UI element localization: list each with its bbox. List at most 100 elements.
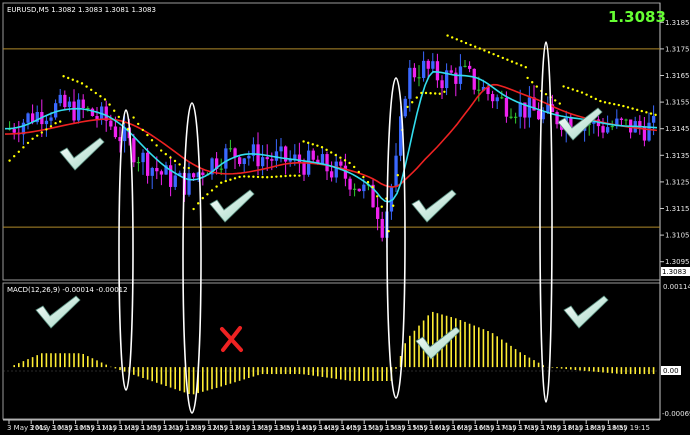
- sar-dot: [510, 60, 514, 63]
- candle-body: [403, 98, 407, 117]
- sar-dot: [526, 76, 529, 80]
- candle-body: [412, 67, 417, 78]
- candle-body: [504, 97, 509, 117]
- candle-body: [435, 61, 440, 81]
- sar-dot: [206, 193, 209, 196]
- sar-dot: [293, 174, 296, 177]
- candle-body: [357, 188, 361, 192]
- candle-body: [514, 116, 518, 118]
- candle-body: [449, 70, 453, 73]
- sar-dot: [275, 175, 278, 178]
- checkmark-icon: [35, 295, 81, 329]
- sar-dot: [270, 175, 273, 179]
- sar-dot: [438, 92, 441, 95]
- candle-body: [408, 67, 412, 99]
- sar-dot: [626, 106, 630, 109]
- sar-dot: [392, 204, 395, 207]
- candle-body: [541, 112, 545, 120]
- sar-dot: [396, 173, 399, 177]
- highlight-oval: [386, 77, 406, 399]
- candle-body: [256, 144, 260, 167]
- candle-body: [302, 163, 306, 175]
- sar-dot: [429, 92, 432, 95]
- macd-panel-frame: [2, 282, 661, 420]
- sar-dot: [108, 103, 111, 106]
- sar-dot: [266, 176, 269, 179]
- price-axis-label: 1.3135: [665, 152, 690, 160]
- sar-dot: [320, 145, 324, 149]
- candle-body: [49, 117, 53, 121]
- sar-dot: [284, 174, 287, 178]
- price-axis-label: 1.3145: [665, 125, 690, 133]
- sar-dot: [164, 152, 167, 156]
- sar-dot: [279, 175, 283, 178]
- checkmark-icon: [563, 295, 609, 329]
- sar-dot: [247, 175, 250, 178]
- sar-dot: [506, 58, 509, 61]
- current-price-display: 1.3083: [608, 8, 666, 26]
- sar-dot: [8, 159, 11, 162]
- candle-body: [463, 65, 467, 67]
- candle-body: [192, 173, 196, 178]
- sar-dot: [348, 161, 351, 165]
- sar-dot: [36, 134, 39, 137]
- trading-chart[interactable]: EURUSD,M5 1.3082 1.3083 1.3081 1.3083 1.…: [0, 0, 690, 435]
- sar-dot: [469, 43, 472, 47]
- sar-dot: [343, 159, 347, 162]
- sar-dot: [571, 88, 574, 91]
- candle-body: [44, 120, 49, 125]
- sar-dot: [599, 99, 602, 103]
- sar-dot: [585, 93, 588, 96]
- candle-body: [279, 146, 283, 152]
- sar-dot: [103, 98, 107, 101]
- sar-dot: [54, 121, 57, 125]
- highlight-oval: [539, 41, 553, 403]
- candle-body: [325, 154, 329, 172]
- sar-dot: [636, 108, 639, 112]
- sar-dot: [316, 144, 319, 147]
- sar-dot: [334, 153, 337, 157]
- candle-body: [311, 150, 315, 160]
- price-axis-label: 1.3105: [665, 232, 690, 240]
- sar-dot: [501, 56, 504, 60]
- sar-dot: [478, 47, 481, 50]
- price-axis-label: 1.3115: [665, 205, 690, 213]
- candle-body: [509, 116, 513, 118]
- candlesticks: [8, 51, 656, 248]
- checkmark-icon: [557, 107, 603, 141]
- sar-dot: [460, 39, 463, 43]
- sar-dot: [567, 86, 570, 90]
- sar-dot: [531, 81, 534, 84]
- sar-dot: [31, 137, 34, 140]
- sar-dot: [434, 92, 437, 95]
- candle-body: [431, 61, 435, 69]
- candle-body: [86, 108, 90, 110]
- sar-dot: [252, 175, 255, 178]
- macd-label: MACD(12,26,9) -0.00014 -0.00012: [7, 286, 128, 294]
- candle-body: [242, 158, 246, 165]
- candle-body: [58, 94, 62, 104]
- candle-body: [219, 168, 223, 170]
- sar-dot: [357, 170, 360, 174]
- candle-body: [169, 165, 173, 187]
- candle-body: [647, 122, 651, 141]
- macd-axis-zero: 0.00: [663, 367, 679, 375]
- sar-dot: [233, 177, 237, 180]
- sar-dot: [192, 207, 195, 211]
- sar-dot: [307, 141, 310, 145]
- sar-dot: [451, 36, 454, 39]
- sar-dot: [558, 102, 561, 105]
- sar-dot: [362, 175, 365, 179]
- sar-dot: [608, 102, 611, 105]
- sar-dot: [210, 189, 214, 192]
- candle-body: [468, 65, 472, 69]
- sar-dot: [67, 76, 70, 80]
- candle-body: [95, 115, 99, 119]
- highlight-oval: [182, 102, 202, 414]
- candle-body: [606, 127, 610, 133]
- candle-body: [537, 110, 541, 120]
- macd-axis-top: 0.00114: [663, 283, 690, 291]
- macd-histogram: [13, 311, 655, 395]
- sar-dot: [256, 175, 260, 179]
- candle-body: [274, 151, 279, 161]
